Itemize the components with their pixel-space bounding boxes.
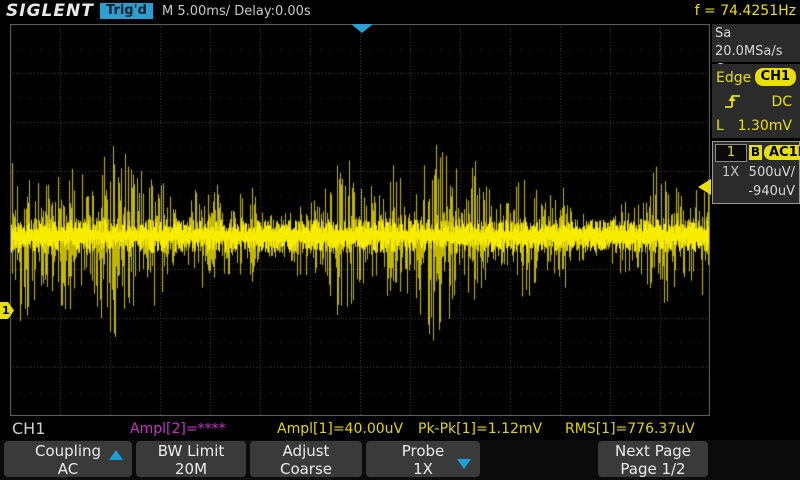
coupling-value: AC xyxy=(4,460,132,478)
coupling-button[interactable]: Coupling AC xyxy=(4,441,132,477)
adjust-value: Coarse xyxy=(250,460,362,478)
channel1-info-panel[interactable]: 1 B AC1M 1X 500uV/ -940uV xyxy=(712,141,800,204)
measurement-ampl1: Ampl[1]=40.00uV xyxy=(277,421,403,437)
bw-limit-value: 20M xyxy=(136,460,246,478)
measurement-pkpk1: Pk-Pk[1]=1.12mV xyxy=(418,421,542,437)
down-arrow-icon xyxy=(457,459,471,469)
timebase-readout: M 5.00ms/ Delay:0.00s xyxy=(162,4,311,19)
siglent-logo: SIGLENT xyxy=(6,1,94,21)
probe-attenuation: 1X xyxy=(722,165,739,180)
bw-limit-label: BW Limit xyxy=(136,442,246,460)
channel-number-box: 1 xyxy=(715,144,747,162)
adjust-label: Adjust xyxy=(250,442,362,460)
sample-rate: Sa 20.0MSa/s xyxy=(715,25,797,61)
next-page-label: Next Page xyxy=(598,442,708,460)
trigger-position-marker[interactable] xyxy=(351,24,373,33)
vertical-offset: -940uV xyxy=(748,184,795,199)
trigger-type: Edge xyxy=(716,70,751,86)
bw-limit-button[interactable]: BW Limit 20M xyxy=(136,441,246,477)
adjust-button[interactable]: Adjust Coarse xyxy=(250,441,362,477)
trigger-level-label: L xyxy=(716,118,724,134)
measurement-row: CH1 Ampl[2]=**** Ampl[1]=40.00uV Pk-Pk[1… xyxy=(0,417,800,439)
rising-edge-icon xyxy=(724,93,741,110)
probe-label: Probe xyxy=(366,442,480,460)
acquisition-info-panel: Sa 20.0MSa/s Curr 1.40Mpts xyxy=(712,24,800,62)
channel-coupling-badge: AC1M xyxy=(764,145,800,160)
active-channel-label: CH1 xyxy=(12,419,45,438)
volts-per-div: 500uV/ xyxy=(749,165,795,180)
trigger-level-value: 1.30mV xyxy=(738,114,792,138)
frequency-counter: f = 74.4251Hz xyxy=(695,3,796,19)
trigger-status-badge: Trig'd xyxy=(100,3,153,19)
oscilloscope-screen: SIGLENT Trig'd M 5.00ms/ Delay:0.00s f =… xyxy=(0,0,800,480)
trigger-source-badge: CH1 xyxy=(755,68,796,86)
next-page-value: Page 1/2 xyxy=(598,460,708,478)
trigger-level-marker[interactable] xyxy=(698,179,711,195)
probe-button[interactable]: Probe 1X xyxy=(366,441,480,477)
measurement-ampl2: Ampl[2]=**** xyxy=(130,421,226,437)
next-page-button[interactable]: Next Page Page 1/2 xyxy=(598,441,708,477)
measurement-rms1: RMS[1]=776.37uV xyxy=(565,421,695,437)
up-arrow-icon xyxy=(109,450,123,460)
softkey-menu-bar: Coupling AC BW Limit 20M Adjust Coarse P… xyxy=(0,440,800,480)
trigger-coupling: DC xyxy=(771,90,792,114)
waveform-graticule xyxy=(10,24,710,416)
bandwidth-limit-badge: B xyxy=(749,145,762,160)
top-status-bar: SIGLENT Trig'd M 5.00ms/ Delay:0.00s f =… xyxy=(0,0,800,22)
trigger-info-panel: Edge CH1 DC L 1.30mV xyxy=(712,64,800,138)
